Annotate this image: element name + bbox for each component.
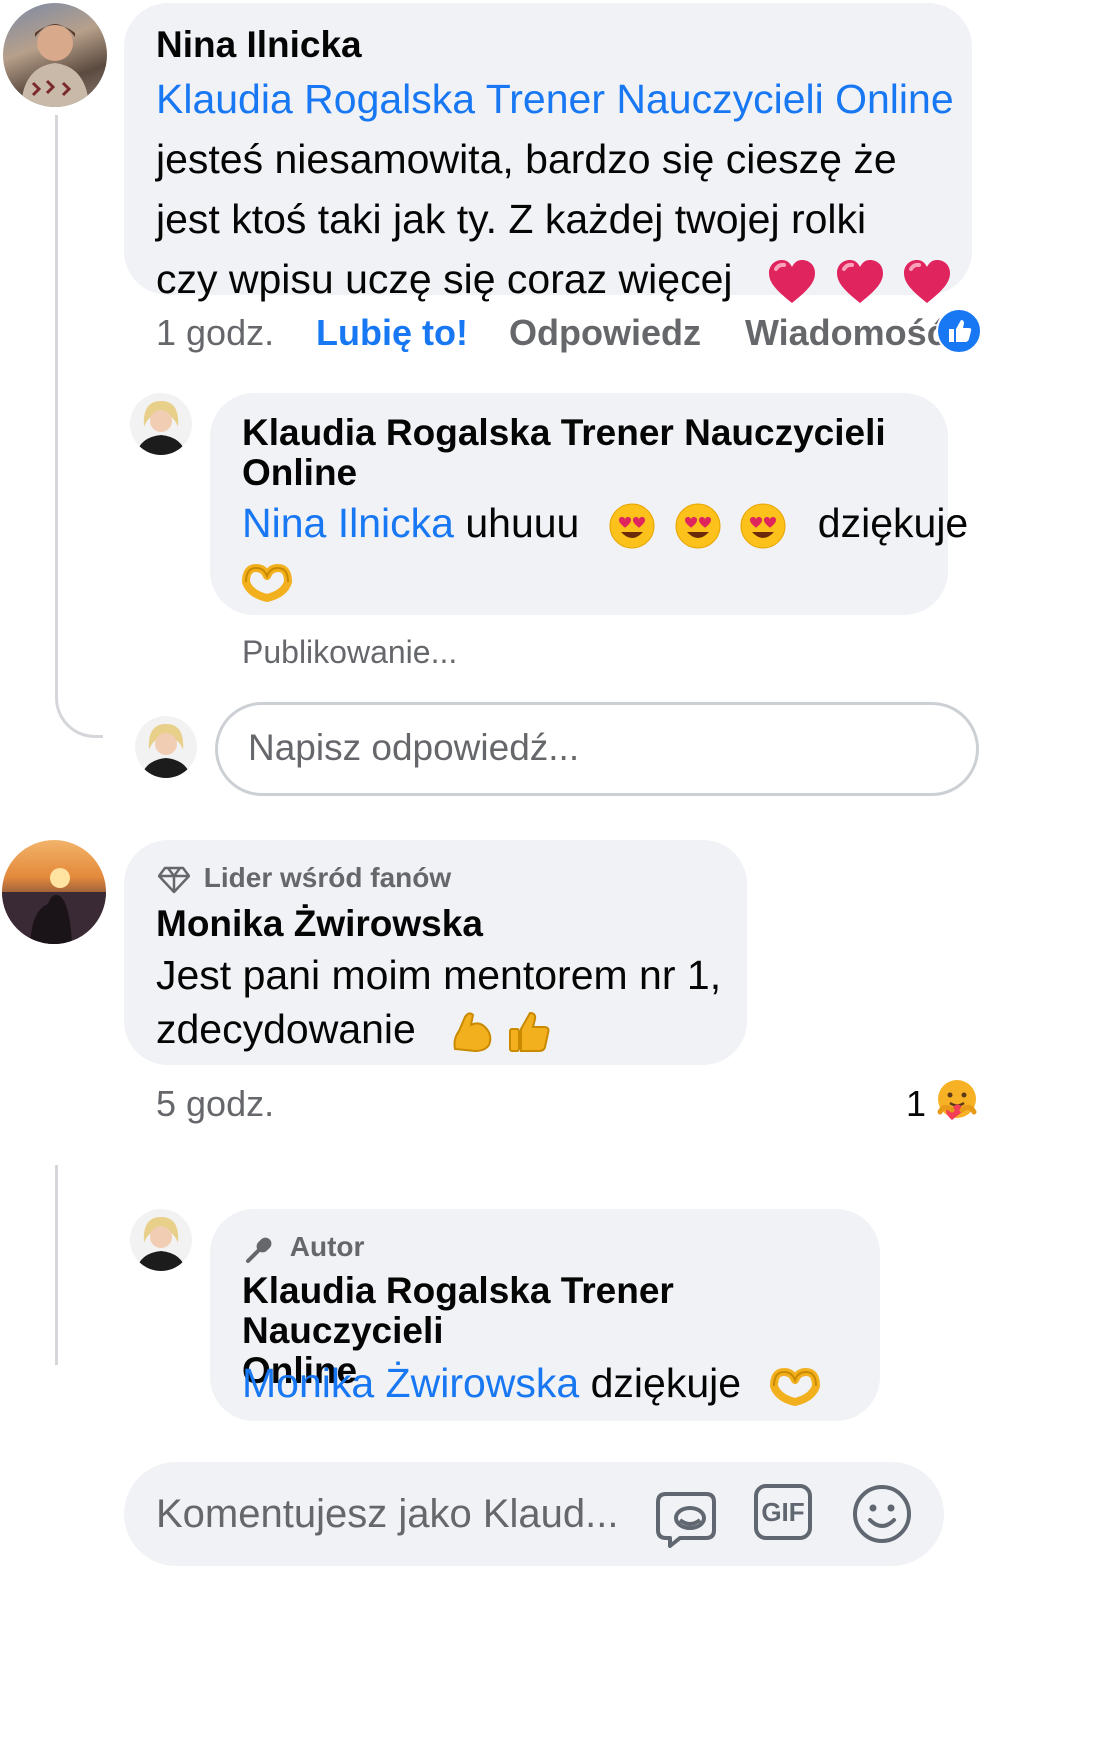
avatar-klaudia[interactable]: [130, 1209, 192, 1271]
heart-emoji: [769, 260, 816, 304]
comment-time[interactable]: 1 godz.: [156, 312, 274, 354]
reply-bubble-klaudia: Klaudia Rogalska Trener Nauczycieli Onli…: [210, 393, 968, 615]
reply-input-placeholder: Napisz odpowiedź...: [248, 727, 580, 768]
comment-bubble-monika: Lider wśród fanów Monika Żwirowska Jest …: [124, 840, 747, 1065]
comment-author[interactable]: Monika Żwirowska: [156, 902, 483, 946]
comment-composer-placeholder: Komentujesz jako Klaud...: [156, 1492, 619, 1536]
top-fan-badge: Lider wśród fanów: [158, 862, 451, 894]
comment-bubble-nina: Nina Ilnicka Klaudia Rogalska Trener Nau…: [124, 3, 972, 304]
comment-text-line: zdecydowanie: [156, 1006, 416, 1052]
reply-author-line: Klaudia Rogalska Trener Nauczycieli: [242, 412, 886, 453]
microphone-icon: [246, 1237, 272, 1263]
heart-hands-emoji: [242, 564, 292, 603]
reply-text-part: dziękuje: [590, 1360, 742, 1406]
avatar-photo: [136, 1217, 186, 1271]
comment-author[interactable]: Nina Ilnicka: [156, 23, 362, 67]
avatar-photo: [136, 401, 186, 455]
like-button[interactable]: Lubię to!: [316, 312, 468, 354]
top-fan-label: Lider wśród fanów: [203, 862, 452, 893]
heart-hands-emoji: [769, 1368, 820, 1407]
mention-link[interactable]: Nina Ilnicka: [242, 500, 454, 546]
mention-link[interactable]: Klaudia Rogalska Trener Nauczycieli Onli…: [156, 76, 954, 122]
gif-button[interactable]: GIF: [754, 1484, 812, 1540]
thumbs-up-emoji: [509, 1012, 550, 1053]
reply-text-part: uhuuu: [465, 500, 580, 546]
reply-text: Nina Ilnicka uhuuu dziękuje: [242, 495, 968, 607]
reply-author[interactable]: Klaudia Rogalska Trener Nauczycieli Onli…: [242, 413, 886, 493]
reply-author-line: Online: [242, 452, 358, 493]
avatar-photo: [21, 24, 89, 107]
diamond-icon: [158, 866, 190, 893]
mention-link[interactable]: Monika Żwirowska: [242, 1360, 579, 1406]
care-reaction-icon: [937, 1080, 977, 1120]
avatar-photo: [141, 724, 191, 778]
gif-label: GIF: [761, 1497, 805, 1527]
reaction-count[interactable]: 1: [906, 1083, 926, 1125]
reply-text-part: dziękuje: [817, 500, 969, 546]
author-badge-label: Autor: [289, 1231, 365, 1262]
heart-eyes-emoji: [675, 503, 721, 549]
heart-emoji: [836, 260, 883, 304]
avatar-nina[interactable]: [3, 3, 107, 107]
comment-text: Jest pani moim mentorem nr 1, zdecydowan…: [156, 948, 721, 1056]
comment-text-line: Jest pani moim mentorem nr 1,: [156, 952, 722, 998]
reply-author-line: Klaudia Rogalska Trener Nauczycieli: [242, 1270, 674, 1351]
flexed-biceps-emoji: [453, 1012, 491, 1053]
avatar-photo: [2, 868, 106, 944]
reply-bubble-klaudia: Autor Klaudia Rogalska Trener Nauczyciel…: [210, 1209, 880, 1421]
comment-composer[interactable]: Komentujesz jako Klaud... GIF: [124, 1462, 944, 1566]
comment-text: Klaudia Rogalska Trener Nauczycieli Onli…: [156, 69, 956, 309]
comment-text-line: jest ktoś taki jak ty. Z każdej twojej r…: [156, 196, 867, 242]
thread-line: [55, 1165, 58, 1365]
comment-text-line: czy wpisu uczę się coraz więcej: [156, 256, 733, 302]
comment-text-line: jesteś niesamowita, bardzo się cieszę że: [156, 136, 897, 182]
comment-time[interactable]: 5 godz.: [156, 1083, 274, 1125]
emoji-picker-icon[interactable]: [850, 1482, 914, 1546]
thread-line: [55, 115, 103, 738]
reply-text: Monika Żwirowska dziękuje: [242, 1355, 820, 1411]
posting-status: Publikowanie...: [242, 634, 458, 670]
heart-eyes-emoji: [740, 503, 786, 549]
author-badge: Autor: [244, 1231, 364, 1265]
reply-button[interactable]: Odpowiedz: [509, 312, 701, 354]
like-reaction-icon: [936, 308, 982, 354]
message-button[interactable]: Wiadomość: [745, 312, 947, 354]
reply-input[interactable]: Napisz odpowiedź...: [215, 702, 979, 796]
avatar-klaudia[interactable]: [130, 393, 192, 455]
heart-emoji: [904, 260, 951, 304]
avatar-klaudia: [135, 716, 197, 778]
heart-eyes-emoji: [609, 503, 655, 549]
avatar-sticker-icon[interactable]: [656, 1482, 722, 1548]
avatar-monika[interactable]: [2, 840, 106, 944]
